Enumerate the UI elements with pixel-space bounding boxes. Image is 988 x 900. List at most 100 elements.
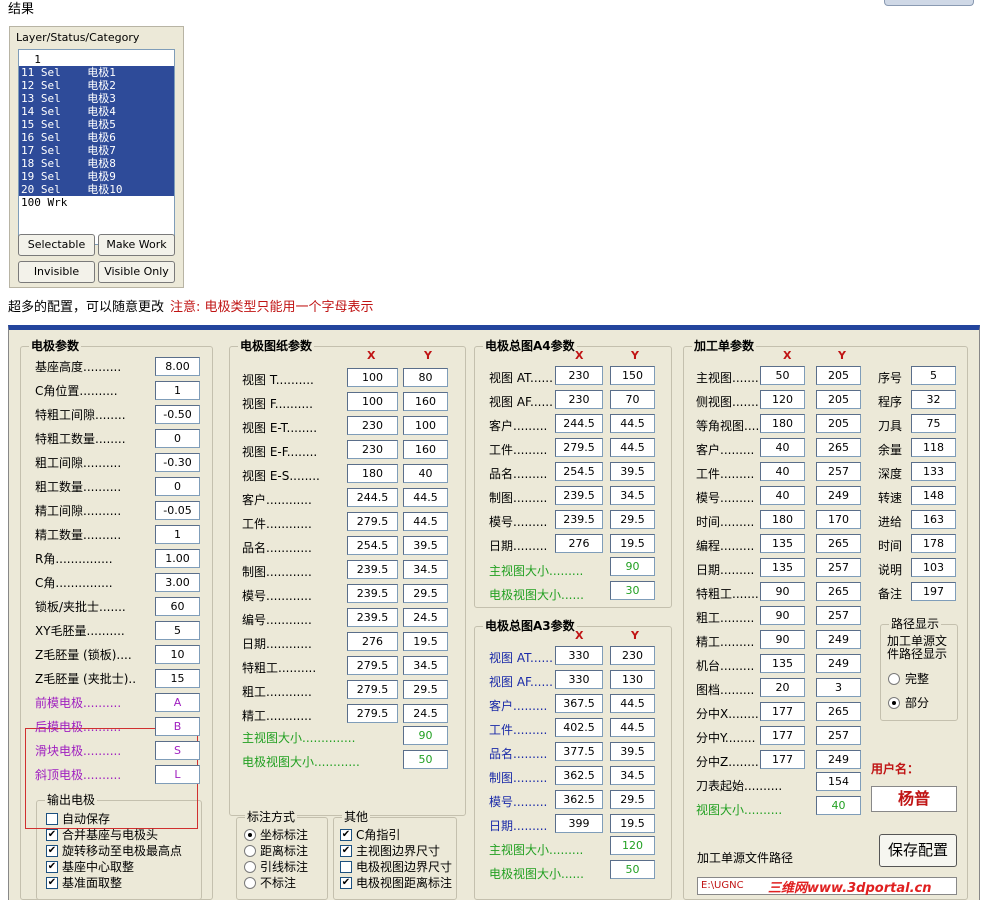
- process-y-field[interactable]: 257: [816, 606, 861, 625]
- electrode-param-field[interactable]: 3.00: [155, 573, 200, 592]
- process-x-field[interactable]: 135: [760, 558, 805, 577]
- drawing-y-field[interactable]: 29.5: [403, 584, 448, 603]
- a3-param-x-field[interactable]: 377.5: [555, 742, 603, 761]
- process-x-field[interactable]: 40: [760, 438, 805, 457]
- other-option-checkbox[interactable]: ✔: [340, 829, 352, 841]
- annotation-option-radio[interactable]: [244, 829, 256, 841]
- drawing-y-field[interactable]: 80: [403, 368, 448, 387]
- drawing-x-field[interactable]: 279.5: [347, 704, 398, 723]
- process-x-field[interactable]: 90: [760, 630, 805, 649]
- drawing-y-field[interactable]: 19.5: [403, 632, 448, 651]
- drawing-x-field[interactable]: 100: [347, 368, 398, 387]
- process-y-field[interactable]: 265: [816, 438, 861, 457]
- a3-param-x-field[interactable]: 330: [555, 646, 603, 665]
- drawing-y-field[interactable]: 29.5: [403, 680, 448, 699]
- a4-param-y-field[interactable]: 34.5: [610, 486, 655, 505]
- a4-param-y-field[interactable]: 44.5: [610, 414, 655, 433]
- a4-param-y-field[interactable]: 150: [610, 366, 655, 385]
- path-display-radio[interactable]: [888, 697, 900, 709]
- drawing-x-field[interactable]: 244.5: [347, 488, 398, 507]
- process-side-field[interactable]: 197: [911, 582, 956, 601]
- drawing-x-field[interactable]: 239.5: [347, 608, 398, 627]
- electrode-param-field[interactable]: 1.00: [155, 549, 200, 568]
- a3-param-x-field[interactable]: 362.5: [555, 766, 603, 785]
- process-side-field[interactable]: 32: [911, 390, 956, 409]
- process-x-field[interactable]: 90: [760, 606, 805, 625]
- process-y-field[interactable]: 170: [816, 510, 861, 529]
- a4-electrode-view-size-field[interactable]: 30: [610, 581, 655, 600]
- process-y-field[interactable]: 249: [816, 654, 861, 673]
- a3-param-y-field[interactable]: 29.5: [610, 790, 655, 809]
- a3-param-y-field[interactable]: 39.5: [610, 742, 655, 761]
- a4-param-y-field[interactable]: 39.5: [610, 462, 655, 481]
- output-option-checkbox[interactable]: ✔: [46, 861, 58, 873]
- process-side-field[interactable]: 148: [911, 486, 956, 505]
- a4-param-x-field[interactable]: 254.5: [555, 462, 603, 481]
- output-option-checkbox[interactable]: ✔: [46, 877, 58, 889]
- annotation-option-radio[interactable]: [244, 877, 256, 889]
- process-x-field[interactable]: 135: [760, 534, 805, 553]
- drawing-y-field[interactable]: 44.5: [403, 488, 448, 507]
- a4-param-x-field[interactable]: 276: [555, 534, 603, 553]
- drawing-x-field[interactable]: 239.5: [347, 584, 398, 603]
- electrode-param-field[interactable]: L: [155, 765, 200, 784]
- other-option-checkbox[interactable]: ✔: [340, 845, 352, 857]
- process-x-field[interactable]: 180: [760, 414, 805, 433]
- process-view-size-field[interactable]: 40: [816, 796, 861, 815]
- tool-start-field[interactable]: 154: [816, 772, 861, 791]
- electrode-param-field[interactable]: 15: [155, 669, 200, 688]
- output-option-checkbox[interactable]: [46, 813, 58, 825]
- drawing-x-field[interactable]: 100: [347, 392, 398, 411]
- drawing-y-field[interactable]: 24.5: [403, 704, 448, 723]
- process-x-field[interactable]: 135: [760, 654, 805, 673]
- electrode-param-field[interactable]: 0: [155, 477, 200, 496]
- a3-param-x-field[interactable]: 367.5: [555, 694, 603, 713]
- drawing-electrode-view-size-field[interactable]: 50: [403, 750, 448, 769]
- process-y-field[interactable]: 3: [816, 678, 861, 697]
- a3-param-x-field[interactable]: 402.5: [555, 718, 603, 737]
- process-y-field[interactable]: 265: [816, 534, 861, 553]
- a4-param-x-field[interactable]: 230: [555, 366, 603, 385]
- a3-param-y-field[interactable]: 19.5: [610, 814, 655, 833]
- process-y-field[interactable]: 249: [816, 486, 861, 505]
- annotation-option-radio[interactable]: [244, 861, 256, 873]
- a4-param-y-field[interactable]: 19.5: [610, 534, 655, 553]
- other-option-checkbox[interactable]: ✔: [340, 877, 352, 889]
- electrode-param-field[interactable]: -0.05: [155, 501, 200, 520]
- drawing-y-field[interactable]: 34.5: [403, 656, 448, 675]
- process-side-field[interactable]: 5: [911, 366, 956, 385]
- output-option-checkbox[interactable]: ✔: [46, 845, 58, 857]
- process-x-field[interactable]: 90: [760, 582, 805, 601]
- drawing-x-field[interactable]: 230: [347, 416, 398, 435]
- process-y-field[interactable]: 249: [816, 750, 861, 769]
- electrode-param-field[interactable]: 8.00: [155, 357, 200, 376]
- process-x-field[interactable]: 50: [760, 366, 805, 385]
- a3-param-y-field[interactable]: 44.5: [610, 718, 655, 737]
- drawing-y-field[interactable]: 100: [403, 416, 448, 435]
- path-display-radio[interactable]: [888, 673, 900, 685]
- a4-param-x-field[interactable]: 239.5: [555, 486, 603, 505]
- drawing-x-field[interactable]: 279.5: [347, 680, 398, 699]
- process-x-field[interactable]: 177: [760, 750, 805, 769]
- electrode-param-field[interactable]: -0.50: [155, 405, 200, 424]
- process-y-field[interactable]: 257: [816, 726, 861, 745]
- drawing-x-field[interactable]: 239.5: [347, 560, 398, 579]
- drawing-y-field[interactable]: 34.5: [403, 560, 448, 579]
- electrode-param-field[interactable]: 0: [155, 429, 200, 448]
- a4-param-x-field[interactable]: 230: [555, 390, 603, 409]
- drawing-x-field[interactable]: 276: [347, 632, 398, 651]
- drawing-y-field[interactable]: 160: [403, 392, 448, 411]
- a3-param-y-field[interactable]: 230: [610, 646, 655, 665]
- a4-param-y-field[interactable]: 29.5: [610, 510, 655, 529]
- a4-param-x-field[interactable]: 279.5: [555, 438, 603, 457]
- process-y-field[interactable]: 205: [816, 414, 861, 433]
- a4-param-x-field[interactable]: 239.5: [555, 510, 603, 529]
- drawing-x-field[interactable]: 279.5: [347, 512, 398, 531]
- process-side-field[interactable]: 103: [911, 558, 956, 577]
- annotation-option-radio[interactable]: [244, 845, 256, 857]
- user-name-field[interactable]: 杨普: [871, 786, 957, 812]
- a3-param-x-field[interactable]: 399: [555, 814, 603, 833]
- electrode-param-field[interactable]: 1: [155, 381, 200, 400]
- a4-param-y-field[interactable]: 44.5: [610, 438, 655, 457]
- process-side-field[interactable]: 118: [911, 438, 956, 457]
